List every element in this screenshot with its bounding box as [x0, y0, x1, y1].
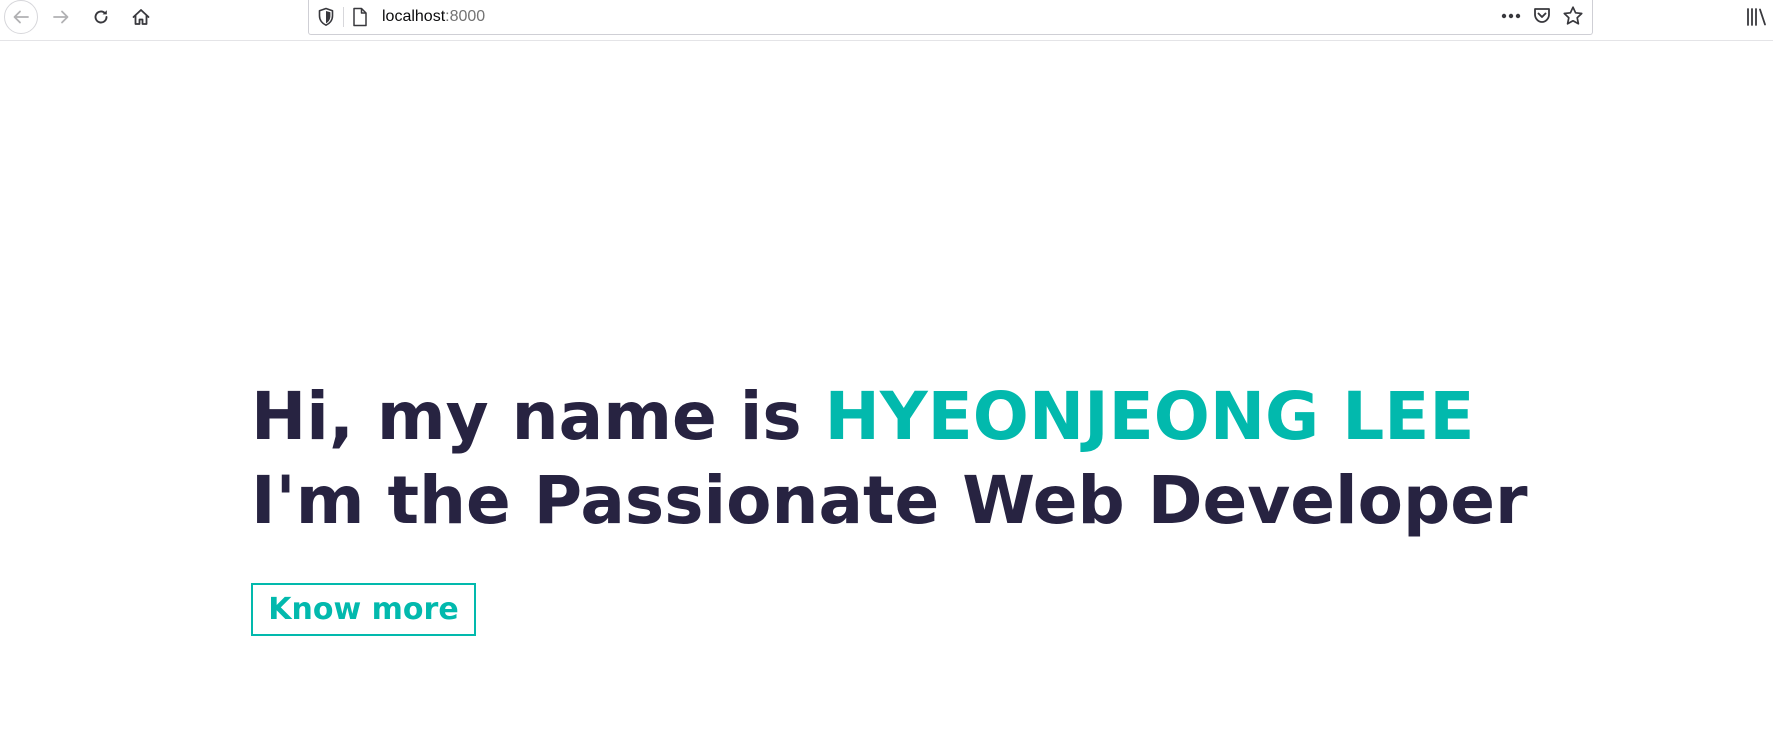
url-separator	[343, 7, 344, 27]
hero-section: Hi, my name is HYEONJEONG LEE I'm the Pa…	[251, 375, 1528, 543]
reload-button[interactable]	[83, 0, 119, 34]
home-icon	[131, 7, 151, 27]
forward-button[interactable]	[43, 0, 79, 34]
pocket-icon[interactable]	[1532, 6, 1552, 31]
arrow-left-icon	[4, 0, 38, 34]
url-bar[interactable]: localhost:8000	[308, 0, 1593, 35]
know-more-button[interactable]: Know more	[251, 583, 476, 636]
more-icon[interactable]	[1500, 9, 1522, 28]
shield-icon[interactable]	[317, 7, 335, 32]
page-icon[interactable]	[352, 7, 368, 32]
hero-title-line1: Hi, my name is HYEONJEONG LEE	[251, 375, 1528, 459]
url-host: localhost	[382, 8, 446, 25]
browser-toolbar: localhost:8000	[0, 0, 1773, 41]
url-text[interactable]: localhost:8000	[382, 8, 485, 26]
back-button[interactable]	[3, 0, 39, 34]
hero-title-line2: I'm the Passionate Web Developer	[251, 462, 1528, 539]
arrow-right-icon	[52, 8, 70, 26]
library-icon[interactable]	[1745, 6, 1769, 28]
hero-greeting: Hi, my name is	[251, 378, 825, 455]
hero-name: HYEONJEONG LEE	[824, 378, 1475, 455]
star-icon[interactable]	[1562, 5, 1584, 32]
url-port: :8000	[445, 8, 486, 25]
reload-icon	[92, 8, 110, 26]
home-button[interactable]	[123, 0, 159, 34]
